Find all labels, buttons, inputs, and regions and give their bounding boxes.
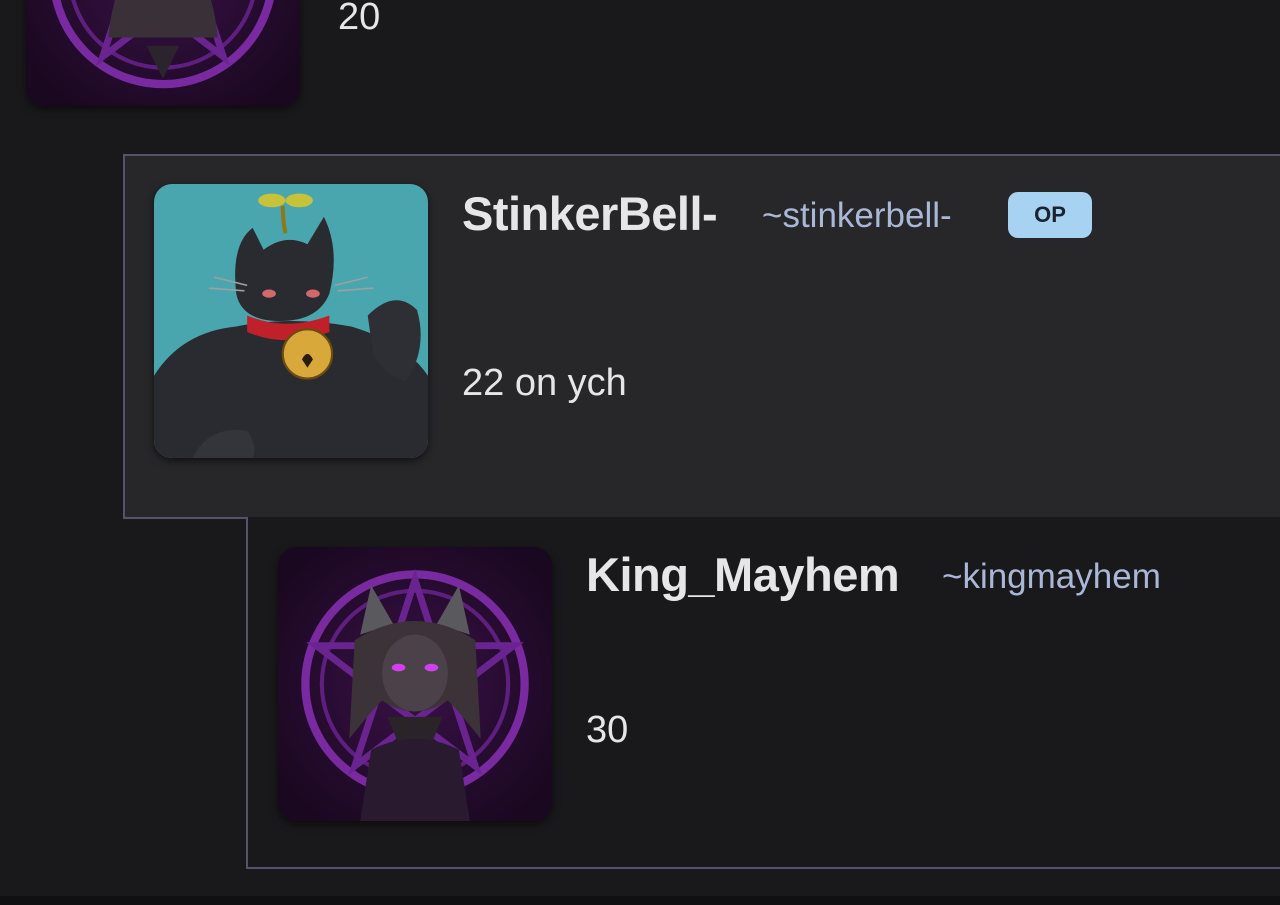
username[interactable]: StinkerBell- — [462, 186, 718, 241]
pentagram-cat-avatar-icon — [26, 0, 300, 106]
user-avatar[interactable] — [154, 184, 428, 458]
comment-card: 20 — [0, 0, 1280, 155]
user-handle[interactable]: ~kingmayhem — [942, 557, 1161, 597]
pentagram-cat-avatar-icon — [278, 547, 552, 821]
comment-card-reply: King_Mayhem ~kingmayhem 30 — [246, 517, 1280, 869]
user-avatar[interactable] — [26, 0, 300, 106]
user-avatar[interactable] — [278, 547, 552, 821]
comment-body: 30 — [586, 709, 629, 751]
op-badge: OP — [1008, 192, 1092, 238]
comment-thread: 20 StinkerBell- ~stinkerbell- OP 22 on y… — [0, 0, 1280, 905]
comment-body: 22 on ych — [462, 362, 627, 404]
comment-card-op: StinkerBell- ~stinkerbell- OP 22 on ych — [123, 154, 1280, 519]
username[interactable]: King_Mayhem — [586, 547, 900, 602]
footer-divider — [0, 896, 1280, 905]
user-handle[interactable]: ~stinkerbell- — [762, 196, 952, 236]
black-cat-with-bell-avatar-icon — [154, 184, 428, 458]
comment-body: 20 — [338, 0, 381, 38]
